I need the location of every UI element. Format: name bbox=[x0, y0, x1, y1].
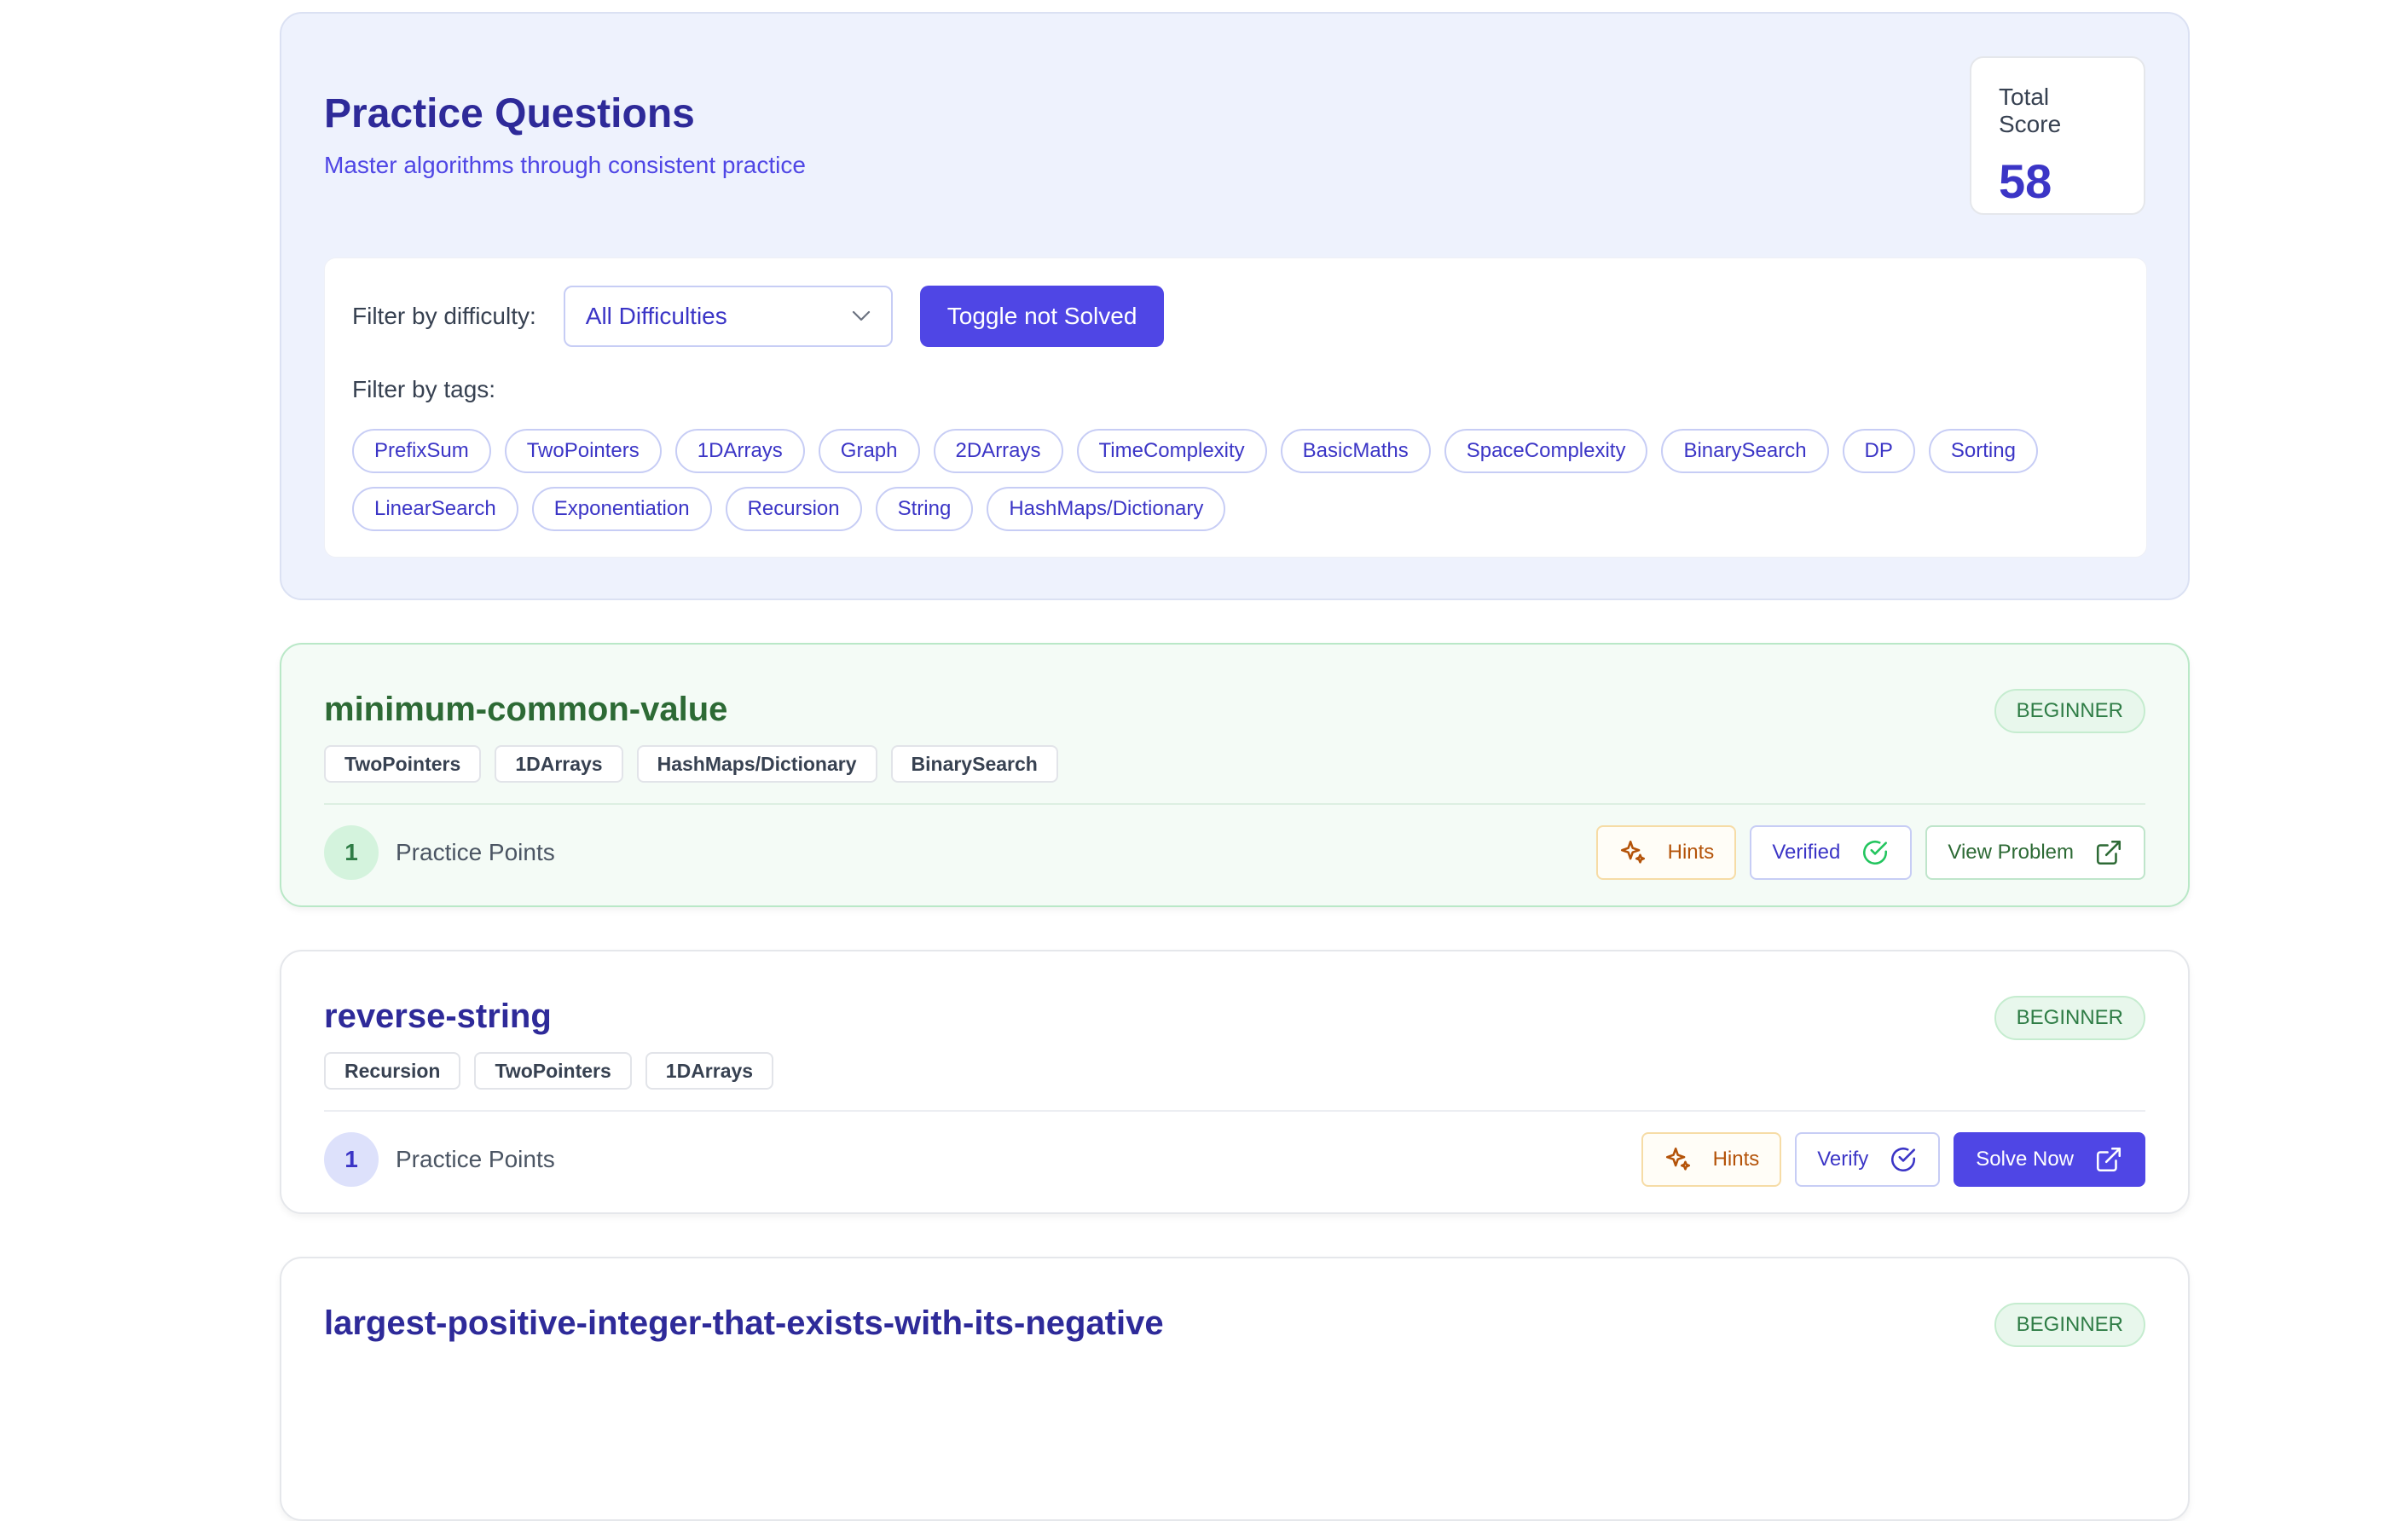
sparkles-icon bbox=[1620, 840, 1645, 864]
problem-card: largest-positive-integer-that-exists-wit… bbox=[280, 1257, 2190, 1521]
tag-filter-pill[interactable]: Exponentiation bbox=[531, 487, 712, 531]
problem-tag: TwoPointers bbox=[474, 1052, 632, 1090]
card-actions: Hints Verified View Problem bbox=[1595, 825, 2145, 880]
tag-filter-pill[interactable]: 1DArrays bbox=[674, 429, 805, 473]
problem-tag: HashMaps/Dictionary bbox=[636, 745, 877, 783]
problem-card: minimum-common-value BEGINNER TwoPointer… bbox=[280, 643, 2190, 907]
verified-button-label: Verified bbox=[1772, 841, 1841, 864]
tag-filter-pill[interactable]: HashMaps/Dictionary bbox=[987, 487, 1226, 531]
solve-now-button-label: Solve Now bbox=[1976, 1148, 2074, 1171]
points-value: 1 bbox=[324, 1132, 379, 1187]
tag-filter-pill[interactable]: SpaceComplexity bbox=[1444, 429, 1648, 473]
tag-filter-pill[interactable]: 2DArrays bbox=[933, 429, 1063, 473]
difficulty-filter-row: Filter by difficulty: All Difficulties T… bbox=[352, 286, 1165, 347]
problem-tags: Recursion TwoPointers 1DArrays bbox=[324, 1052, 774, 1090]
practice-points: 1 Practice Points bbox=[324, 825, 555, 880]
problem-tag: TwoPointers bbox=[324, 745, 482, 783]
total-score-card: Total Score 58 bbox=[1970, 56, 2145, 215]
card-divider bbox=[324, 803, 2145, 805]
total-score-label: Total Score bbox=[1999, 84, 2062, 137]
difficulty-filter-label: Filter by difficulty: bbox=[352, 303, 536, 329]
view-problem-button-label: View Problem bbox=[1948, 841, 2074, 864]
tags-filter-label: Filter by tags: bbox=[352, 376, 496, 402]
tag-filter-pill[interactable]: BinarySearch bbox=[1661, 429, 1829, 473]
toggle-not-solved-button[interactable]: Toggle not Solved bbox=[919, 286, 1165, 347]
check-circle-icon bbox=[1891, 1147, 1916, 1172]
problem-card: reverse-string BEGINNER Recursion TwoPoi… bbox=[280, 950, 2190, 1214]
tag-filter-list: PrefixSum TwoPointers 1DArrays Graph 2DA… bbox=[352, 429, 2134, 531]
tag-filter-pill[interactable]: Graph bbox=[818, 429, 920, 473]
filter-box: Filter by difficulty: All Difficulties T… bbox=[324, 257, 2147, 558]
chevron-down-icon bbox=[852, 310, 870, 321]
points-label: Practice Points bbox=[396, 839, 555, 865]
problem-title[interactable]: reverse-string bbox=[324, 998, 552, 1036]
page-subtitle: Master algorithms through consistent pra… bbox=[324, 152, 806, 178]
check-circle-icon bbox=[1863, 840, 1888, 865]
problem-tag: 1DArrays bbox=[495, 745, 623, 783]
tag-filter-pill[interactable]: TwoPointers bbox=[504, 429, 662, 473]
problem-tags: TwoPointers 1DArrays HashMaps/Dictionary… bbox=[324, 745, 1058, 783]
verified-button[interactable]: Verified bbox=[1750, 825, 1913, 880]
hints-button-label: Hints bbox=[1712, 1148, 1760, 1171]
problem-title[interactable]: largest-positive-integer-that-exists-wit… bbox=[324, 1304, 1164, 1343]
external-link-icon bbox=[2096, 840, 2121, 865]
tag-filter-pill[interactable]: Sorting bbox=[1928, 429, 2038, 473]
tag-filter-pill[interactable]: String bbox=[875, 487, 974, 531]
header-panel: Practice Questions Master algorithms thr… bbox=[280, 12, 2190, 600]
tag-filter-pill[interactable]: TimeComplexity bbox=[1076, 429, 1267, 473]
problem-title[interactable]: minimum-common-value bbox=[324, 691, 727, 729]
problem-tag: 1DArrays bbox=[645, 1052, 774, 1090]
total-score-value: 58 bbox=[1999, 154, 2052, 208]
sparkles-icon bbox=[1665, 1147, 1690, 1171]
page-title: Practice Questions bbox=[324, 91, 695, 136]
problem-tag: Recursion bbox=[324, 1052, 461, 1090]
difficulty-badge: BEGINNER bbox=[1994, 996, 2145, 1040]
solve-now-button[interactable]: Solve Now bbox=[1954, 1132, 2145, 1187]
external-link-icon bbox=[2096, 1147, 2121, 1172]
card-divider bbox=[324, 1110, 2145, 1112]
card-actions: Hints Verify Solve Now bbox=[1641, 1132, 2145, 1187]
hints-button[interactable]: Hints bbox=[1641, 1132, 1782, 1187]
tag-filter-pill[interactable]: LinearSearch bbox=[352, 487, 518, 531]
tag-filter-pill[interactable]: PrefixSum bbox=[352, 429, 491, 473]
points-label: Practice Points bbox=[396, 1146, 555, 1172]
tag-filter-pill[interactable]: BasicMaths bbox=[1280, 429, 1431, 473]
tag-filter-pill[interactable]: DP bbox=[1842, 429, 1915, 473]
hints-button-label: Hints bbox=[1667, 841, 1715, 864]
difficulty-badge: BEGINNER bbox=[1994, 1303, 2145, 1347]
points-value: 1 bbox=[324, 825, 379, 880]
problem-tag: BinarySearch bbox=[890, 745, 1058, 783]
difficulty-badge: BEGINNER bbox=[1994, 689, 2145, 733]
difficulty-select-value: All Difficulties bbox=[585, 303, 727, 329]
tag-filter-pill[interactable]: Recursion bbox=[725, 487, 862, 531]
verify-button-label: Verify bbox=[1817, 1148, 1869, 1171]
difficulty-select[interactable]: All Difficulties bbox=[563, 286, 893, 347]
verify-button[interactable]: Verify bbox=[1795, 1132, 1941, 1187]
practice-points: 1 Practice Points bbox=[324, 1132, 555, 1187]
hints-button[interactable]: Hints bbox=[1595, 825, 1737, 880]
view-problem-button[interactable]: View Problem bbox=[1925, 825, 2145, 880]
